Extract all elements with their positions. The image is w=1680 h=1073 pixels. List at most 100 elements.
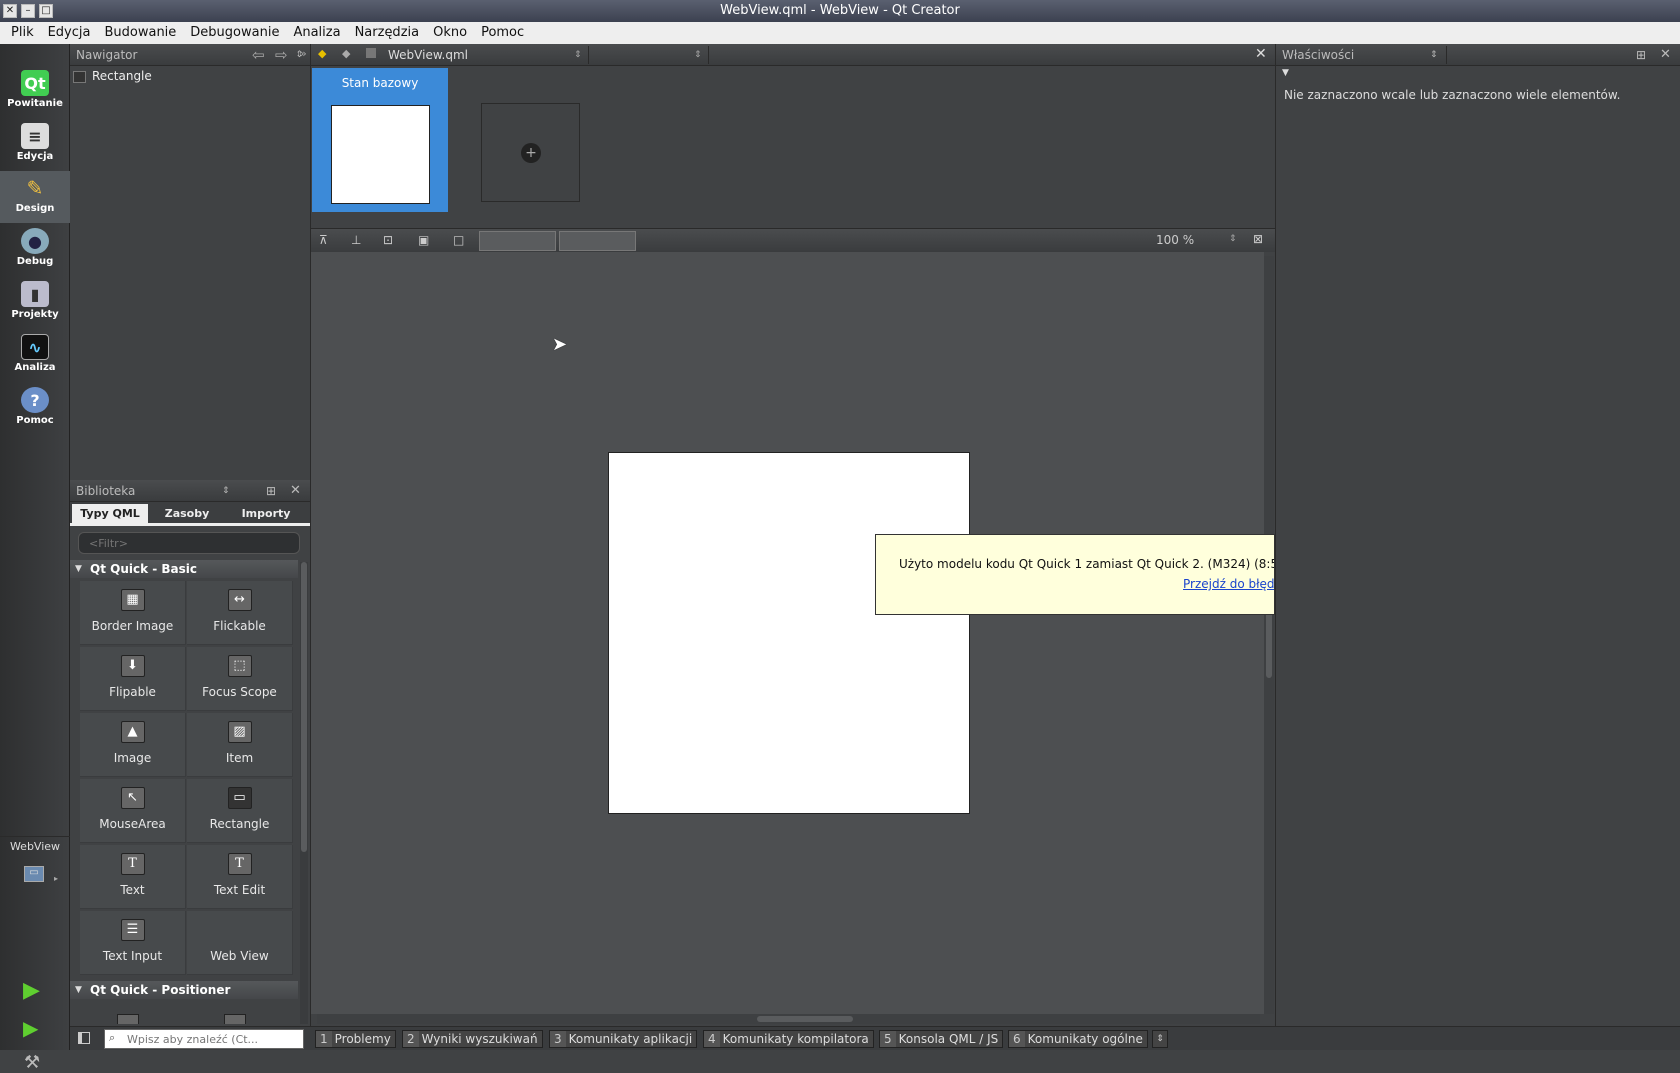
canvas-vertical-scrollbar-handle[interactable]	[1266, 606, 1272, 678]
properties-combo-arrow-icon[interactable]: ⇕	[1430, 44, 1438, 66]
mode-help[interactable]: ? Pomoc	[0, 383, 70, 435]
menu-tools[interactable]: Narzędzia	[348, 22, 427, 44]
add-icon: +	[521, 143, 541, 163]
snap-tool-icon[interactable]: ▣	[418, 233, 429, 247]
canvas-vertical-scrollbar[interactable]	[1264, 256, 1274, 1014]
tab-imports[interactable]: Importy	[226, 504, 306, 524]
library-item-rectangle[interactable]: ▭ Rectangle	[187, 779, 293, 843]
run-icon[interactable]: ▶	[23, 978, 40, 1003]
library-item-focus-scope[interactable]: ⬚ Focus Scope	[187, 647, 293, 711]
symbol-combo-arrow-icon[interactable]: ⇕	[694, 44, 702, 66]
form-editor-toolbar: ⊼ ⊥ ⊡ ▣ □ 100 % ⇕ ⊠	[311, 228, 1275, 252]
file-combo-arrow-icon[interactable]: ⇕	[574, 44, 582, 66]
menu-debug[interactable]: Debugowanie	[183, 22, 286, 44]
output-tab-general-messages[interactable]: 6 Komunikaty ogólne	[1008, 1030, 1148, 1048]
library-item-text-input[interactable]: ☰ Text Input	[80, 911, 186, 975]
goto-error-link[interactable]: Przejdź do błędu	[1183, 577, 1274, 591]
target-arrow-icon[interactable]: ▸	[54, 874, 58, 883]
build-hammer-icon[interactable]: ⚒	[24, 1052, 40, 1073]
mode-design[interactable]: ✎ Design	[0, 171, 70, 223]
next-bookmark-icon[interactable]: ◆	[342, 47, 350, 60]
height-field[interactable]	[559, 231, 636, 251]
float-panel-icon[interactable]: ⊞	[266, 480, 276, 502]
output-tab-search-results[interactable]: 2 Wyniki wyszukiwań	[402, 1030, 543, 1048]
library-item-text-edit[interactable]: T Text Edit	[187, 845, 293, 909]
minimize-window-icon[interactable]: –	[21, 4, 35, 18]
close-panel-icon[interactable]: ✕	[290, 480, 301, 502]
output-tab-compile-output[interactable]: 4 Komunikaty kompilatora	[703, 1030, 874, 1048]
library-item-flickable[interactable]: ↔ Flickable	[187, 581, 293, 645]
library-item-label: Rectangle	[209, 817, 270, 831]
close-document-icon[interactable]: ✕	[1255, 46, 1267, 62]
nav-forward-icon[interactable]: ⇨	[275, 46, 288, 64]
library-scrollbar-handle[interactable]	[301, 562, 307, 852]
more-tabs-arrow-icon[interactable]: ⇕	[1152, 1030, 1168, 1048]
select-tool-icon[interactable]: ⊼	[319, 233, 328, 247]
reset-view-icon[interactable]: ⊠	[1253, 232, 1263, 246]
expand-arrow-icon[interactable]: ▼	[1282, 68, 1289, 78]
mode-label: Projekty	[11, 309, 59, 320]
design-brush-icon: ✎	[26, 176, 44, 200]
debug-run-icon[interactable]: ▶	[23, 1016, 38, 1040]
transform-tool-icon[interactable]: ⊡	[383, 233, 393, 247]
library-filter-input[interactable]	[78, 532, 300, 554]
zoom-level[interactable]: 100 %	[1156, 233, 1194, 247]
maximize-window-icon[interactable]: □	[39, 4, 53, 18]
library-item-mousearea[interactable]: ↖ MouseArea	[80, 779, 186, 843]
library-item-flipable[interactable]: ⬇ Flipable	[80, 647, 186, 711]
output-tab-issues[interactable]: 1 Problemy	[315, 1030, 396, 1048]
mode-welcome[interactable]: Qt Powitanie	[0, 66, 70, 118]
project-target-label: WebView	[9, 840, 61, 853]
tab-label: Komunikaty kompilatora	[722, 1032, 869, 1046]
category-qt-quick-positioner[interactable]: Qt Quick - Positioner	[70, 981, 298, 999]
library-item-text[interactable]: T Text	[80, 845, 186, 909]
toggle-sidebar-icon[interactable]	[78, 1032, 90, 1044]
menu-analyze[interactable]: Analiza	[286, 22, 347, 44]
mode-label: Design	[15, 203, 55, 214]
output-tab-application-output[interactable]: 3 Komunikaty aplikacji	[549, 1030, 698, 1048]
open-file-name[interactable]: WebView.qml	[388, 44, 468, 66]
library-item-image[interactable]: ▲ Image	[80, 713, 186, 777]
close-panel-icon[interactable]: ✕	[1660, 44, 1671, 66]
mode-debug[interactable]: ● Debug	[0, 224, 70, 276]
bounds-tool-icon[interactable]: □	[453, 233, 464, 247]
menu-edit[interactable]: Edycja	[41, 22, 98, 44]
output-tab-qml-console[interactable]: 5 Konsola QML / JS	[879, 1030, 1004, 1048]
canvas-horizontal-scrollbar[interactable]	[317, 1014, 1260, 1024]
menu-file[interactable]: Plik	[4, 22, 41, 44]
tab-qml-types[interactable]: Typy QML	[72, 504, 148, 524]
library-item-web-view[interactable]: Web View	[187, 911, 293, 975]
library-filter-area	[70, 529, 310, 561]
flickable-icon: ↔	[227, 589, 252, 611]
library-item-label: Focus Scope	[202, 685, 277, 699]
library-scrollbar[interactable]	[300, 562, 308, 1024]
category-qt-quick-basic[interactable]: Qt Quick - Basic	[70, 560, 298, 578]
mode-edit[interactable]: ≡ Edycja	[0, 119, 70, 171]
anchor-tool-icon[interactable]: ⊥	[351, 233, 361, 247]
mode-projects[interactable]: ▮ Projekty	[0, 277, 70, 329]
canvas-rectangle[interactable]	[608, 452, 970, 814]
target-computer-icon[interactable]: ▭	[24, 866, 44, 882]
state-base[interactable]: Stan bazowy	[312, 68, 448, 212]
locator-input[interactable]	[127, 1031, 301, 1047]
locator-field[interactable]: ⌕	[104, 1029, 304, 1049]
zoom-combo-arrow-icon[interactable]: ⇕	[1229, 234, 1237, 244]
mode-analyze[interactable]: ∿ Analiza	[0, 330, 70, 382]
menu-window[interactable]: Okno	[426, 22, 474, 44]
library-item-item[interactable]: ▨ Item	[187, 713, 293, 777]
float-panel-icon[interactable]: ⊞	[1636, 44, 1646, 66]
library-item-border-image[interactable]: ▦ Border Image	[80, 581, 186, 645]
form-editor-canvas[interactable]: ➤	[311, 252, 1264, 1014]
menu-help[interactable]: Pomoc	[474, 22, 531, 44]
navigator-item-rectangle[interactable]: Rectangle	[92, 69, 152, 83]
library-combo-arrow-icon[interactable]: ⇕	[222, 480, 230, 502]
canvas-horizontal-scrollbar-handle[interactable]	[757, 1016, 853, 1022]
menu-build[interactable]: Budowanie	[97, 22, 183, 44]
add-state-button[interactable]: +	[481, 103, 580, 202]
nav-back-icon[interactable]: ⇦	[252, 46, 265, 64]
more-chevron-icon[interactable]: »	[300, 47, 307, 60]
close-window-icon[interactable]: ✕	[3, 4, 17, 18]
width-field[interactable]	[479, 231, 556, 251]
prev-bookmark-icon[interactable]: ◆	[318, 47, 326, 60]
tab-resources[interactable]: Zasoby	[150, 504, 224, 524]
